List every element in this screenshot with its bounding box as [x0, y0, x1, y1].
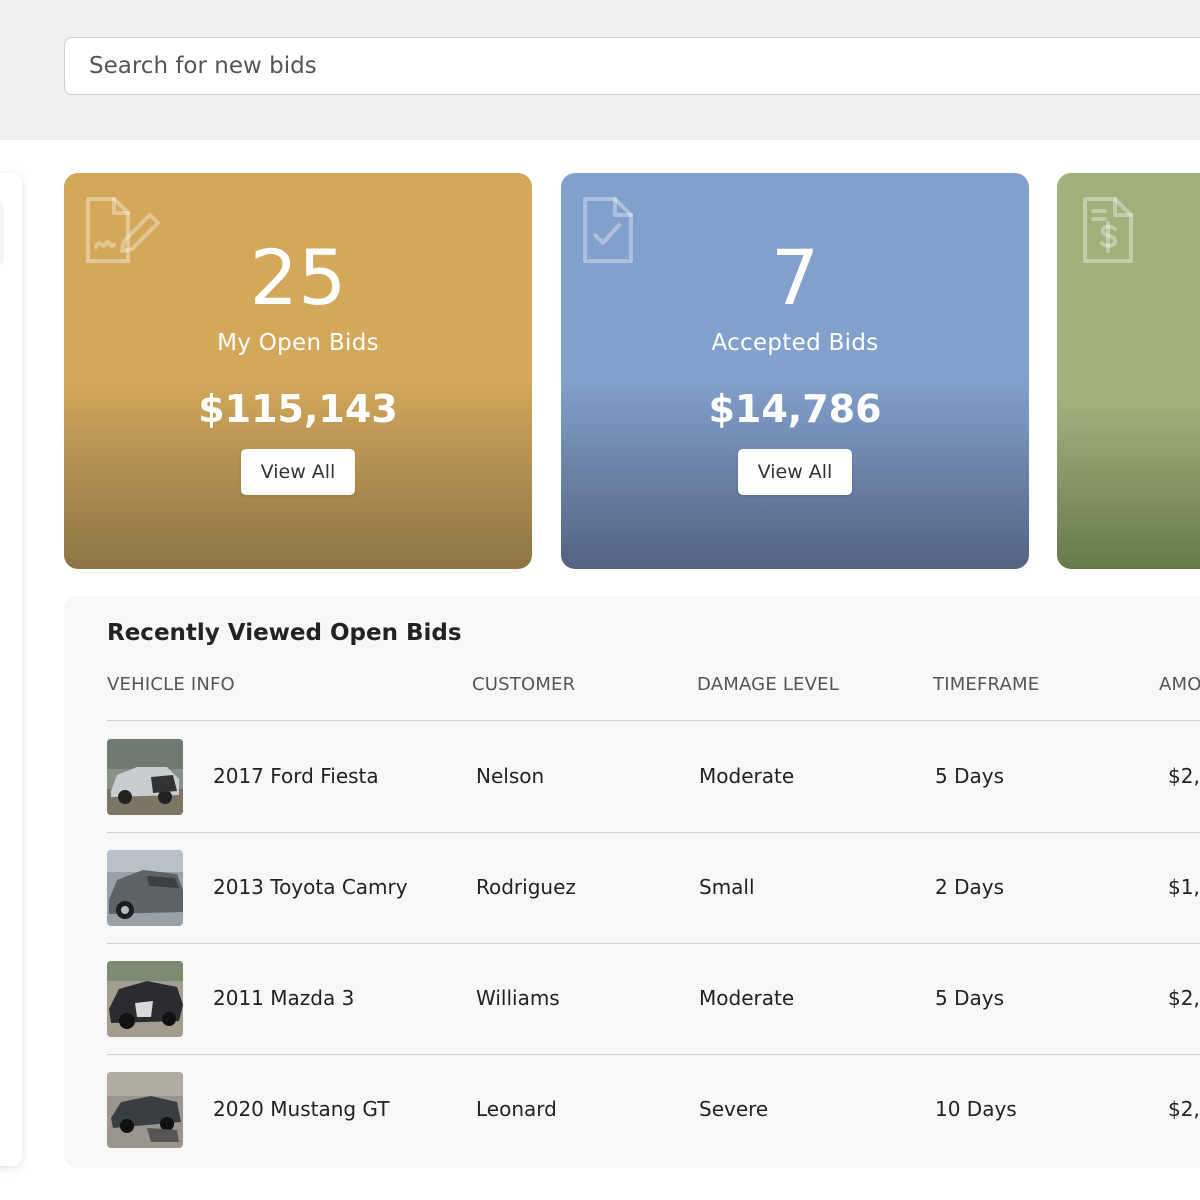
vehicle-name: 2020 Mustang GT [213, 1097, 390, 1121]
column-header-vehicle[interactable]: VEHICLE INFO [107, 674, 235, 695]
side-panel-tab[interactable] [0, 203, 4, 265]
recent-bids-panel: Recently Viewed Open Bids VEHICLE INFO C… [64, 596, 1200, 1168]
open-bids-label: My Open Bids [217, 330, 379, 356]
invoice-card [1057, 173, 1200, 569]
customer-name: Nelson [476, 764, 545, 788]
damage-level: Severe [699, 1097, 769, 1121]
accepted-bids-view-all-button[interactable]: View All [738, 449, 852, 495]
damage-level: Small [699, 875, 755, 899]
accepted-bids-label: Accepted Bids [711, 330, 879, 356]
vehicle-photo [107, 850, 183, 926]
vehicle-photo [107, 1072, 183, 1148]
search-input[interactable] [64, 37, 1200, 95]
open-bids-amount: $115,143 [198, 387, 398, 431]
table-row[interactable]: 2011 Mazda 3 Williams Moderate 5 Days $2… [64, 943, 1200, 1053]
column-header-timeframe[interactable]: TIMEFRAME [933, 674, 1039, 695]
bid-amount: $2, [1168, 764, 1200, 788]
column-header-amount[interactable]: AMO [1159, 674, 1200, 695]
vehicle-name: 2011 Mazda 3 [213, 986, 355, 1010]
open-bids-view-all-button[interactable]: View All [241, 449, 355, 495]
vehicle-photo [107, 739, 183, 815]
customer-name: Leonard [476, 1097, 557, 1121]
vehicle-photo [107, 961, 183, 1037]
column-header-customer[interactable]: CUSTOMER [472, 674, 575, 695]
table-row[interactable]: 2020 Mustang GT Leonard Severe 10 Days $… [64, 1054, 1200, 1164]
column-header-damage[interactable]: DAMAGE LEVEL [697, 674, 839, 695]
accepted-bids-card: 7 Accepted Bids $14,786 View All [561, 173, 1029, 569]
damage-level: Moderate [699, 764, 795, 788]
bid-amount: $1,0 [1168, 875, 1200, 899]
customer-name: Rodriguez [476, 875, 576, 899]
timeframe: 5 Days [935, 986, 1004, 1010]
table-row[interactable]: 2013 Toyota Camry Rodriguez Small 2 Days… [64, 832, 1200, 942]
table-title: Recently Viewed Open Bids [107, 620, 462, 646]
accepted-bids-amount: $14,786 [708, 387, 882, 431]
invoice-dollar-icon [1083, 197, 1133, 263]
table-row[interactable]: 2017 Ford Fiesta Nelson Moderate 5 Days … [64, 721, 1200, 831]
side-panel [0, 173, 22, 1166]
top-bar [0, 0, 1200, 140]
bid-amount: $2, [1168, 986, 1200, 1010]
timeframe: 10 Days [935, 1097, 1017, 1121]
open-bids-count: 25 [249, 233, 347, 322]
timeframe: 5 Days [935, 764, 1004, 788]
accepted-bids-count: 7 [770, 233, 820, 322]
timeframe: 2 Days [935, 875, 1004, 899]
vehicle-name: 2017 Ford Fiesta [213, 764, 379, 788]
damage-level: Moderate [699, 986, 795, 1010]
vehicle-name: 2013 Toyota Camry [213, 875, 408, 899]
bid-amount: $2, [1168, 1097, 1200, 1121]
customer-name: Williams [476, 986, 560, 1010]
open-bids-card: 25 My Open Bids $115,143 View All [64, 173, 532, 569]
